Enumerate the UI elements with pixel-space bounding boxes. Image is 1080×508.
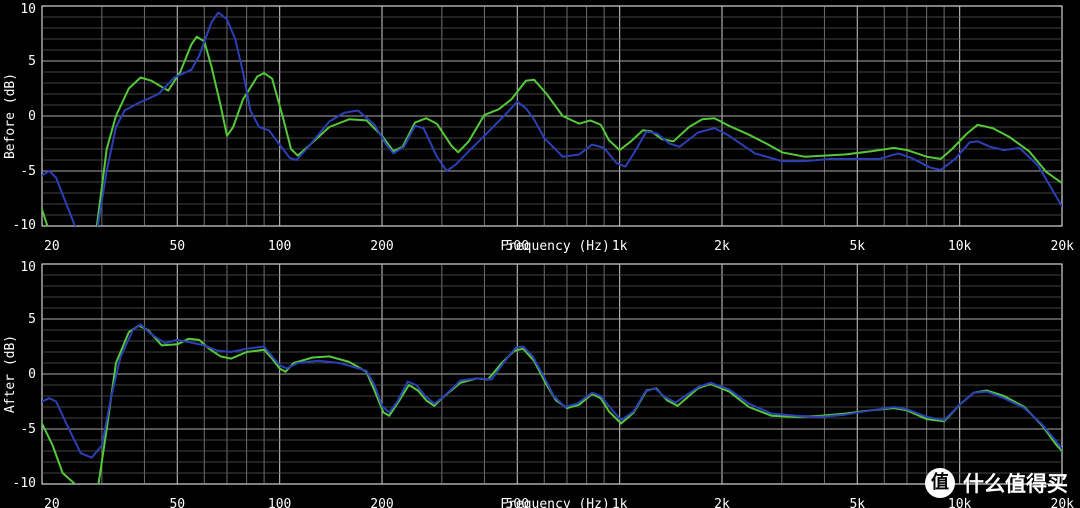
y-tick-label: -5 [20,422,36,437]
y-tick-label: 0 [28,109,36,124]
y-tick-label: 5 [28,312,36,327]
watermark: 值 什么值得买 [925,468,1068,498]
y-tick-label: -10 [13,476,36,491]
y-tick-label: 10 [20,2,36,17]
x-tick-label: 50 [169,239,185,254]
y-axis-label: After (dB) [3,335,18,413]
x-axis-label: Frequency (Hz) [500,239,610,254]
x-tick-label: 1k [612,239,628,254]
x-tick-label: 10k [948,497,972,508]
x-tick-label: 2k [714,239,730,254]
x-tick-label: 1k [612,497,628,508]
x-tick-label: 200 [370,497,393,508]
watermark-logo-icon: 值 [925,468,955,498]
y-tick-label: 5 [28,54,36,69]
y-tick-label: 10 [20,260,36,275]
y-tick-label: -5 [20,164,36,179]
y-tick-label: 0 [28,367,36,382]
x-tick-label: 5k [849,239,865,254]
x-tick-label: 5k [849,497,865,508]
x-tick-label: 200 [370,239,393,254]
y-axis-label: Before (dB) [3,73,18,159]
x-tick-label: 100 [268,497,291,508]
y-tick-label: -10 [13,218,36,233]
x-tick-label: 20k [1051,497,1075,508]
x-tick-label: 100 [268,239,291,254]
x-tick-label: 20 [44,497,60,508]
x-tick-label: 2k [714,497,730,508]
x-tick-label: 50 [169,497,185,508]
watermark-text: 什么值得买 [963,472,1068,496]
x-tick-label: 20 [44,239,60,254]
x-axis-label: Frequency (Hz) [500,497,610,508]
x-tick-label: 10k [948,239,972,254]
x-tick-label: 20k [1051,239,1075,254]
frequency-response-figure: 1050-5-1020 50 100 200 500 1k 2k 5k 10k 20kFreque… [0,0,1080,508]
